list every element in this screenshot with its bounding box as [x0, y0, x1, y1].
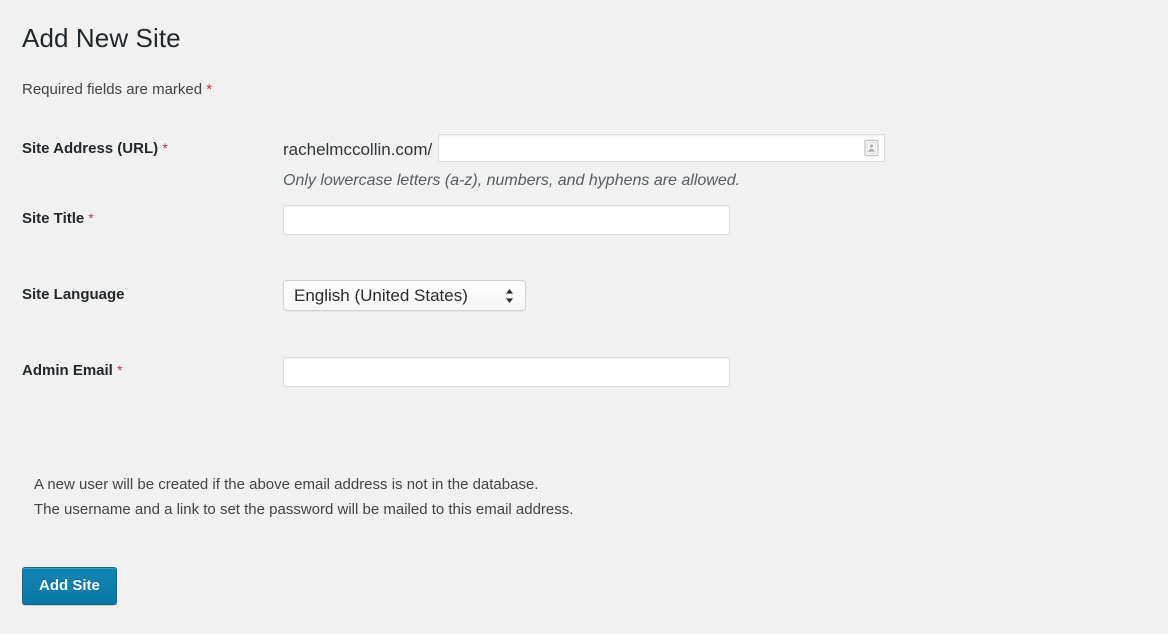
- site-address-input[interactable]: [438, 134, 885, 162]
- add-new-site-page: Add New Site Required fields are marked …: [0, 0, 1168, 634]
- site-address-url-prefix: rachelmccollin.com/: [283, 122, 432, 160]
- field-admin-email: [283, 343, 1168, 403]
- required-fields-note-text: Required fields are marked: [22, 81, 202, 98]
- label-site-title: Site Title *: [0, 191, 283, 267]
- add-site-form-table: Site Address (URL) * rachelmccollin.com/…: [0, 120, 1168, 403]
- contact-card-autofill-icon[interactable]: [864, 140, 879, 157]
- site-language-select[interactable]: English (United States): [283, 280, 526, 311]
- label-site-address-text: Site Address (URL): [22, 140, 158, 157]
- label-admin-email: Admin Email *: [0, 343, 283, 403]
- form-row-admin-email: Admin Email *: [0, 343, 1168, 403]
- field-site-address: rachelmccollin.com/ Only lowercase lette…: [283, 120, 1168, 191]
- page-title: Add New Site: [22, 22, 181, 54]
- site-title-input[interactable]: [283, 205, 730, 235]
- label-site-title-text: Site Title: [22, 210, 84, 227]
- add-site-button[interactable]: Add Site: [22, 567, 117, 605]
- form-row-site-title: Site Title *: [0, 191, 1168, 267]
- site-address-hint: Only lowercase letters (a-z), numbers, a…: [283, 171, 1168, 191]
- site-language-selected-value: English (United States): [294, 285, 468, 307]
- field-site-title: [283, 191, 1168, 267]
- form-row-site-language: Site Language English (United States): [0, 267, 1168, 343]
- label-site-language-text: Site Language: [22, 286, 125, 303]
- up-down-stepper-icon[interactable]: [504, 287, 515, 305]
- site-address-input-wrap: [438, 134, 885, 162]
- admin-email-note-line-2: The username and a link to set the passw…: [34, 497, 573, 522]
- required-marker-icon-admin-email: *: [117, 362, 122, 378]
- form-row-site-address: Site Address (URL) * rachelmccollin.com/…: [0, 120, 1168, 191]
- field-site-language: English (United States): [283, 267, 1168, 343]
- label-admin-email-text: Admin Email: [22, 362, 113, 379]
- admin-email-input[interactable]: [283, 357, 730, 387]
- label-site-language: Site Language: [0, 267, 283, 343]
- required-marker-icon-site-address: *: [162, 140, 167, 156]
- required-fields-note: Required fields are marked *: [22, 80, 212, 100]
- submit-button-wrap: Add Site: [22, 567, 117, 605]
- label-site-address: Site Address (URL) *: [0, 120, 283, 191]
- required-marker-icon-site-title: *: [88, 210, 93, 226]
- required-marker-icon: *: [206, 81, 212, 98]
- admin-email-note: A new user will be created if the above …: [34, 472, 573, 522]
- admin-email-note-line-1: A new user will be created if the above …: [34, 472, 573, 497]
